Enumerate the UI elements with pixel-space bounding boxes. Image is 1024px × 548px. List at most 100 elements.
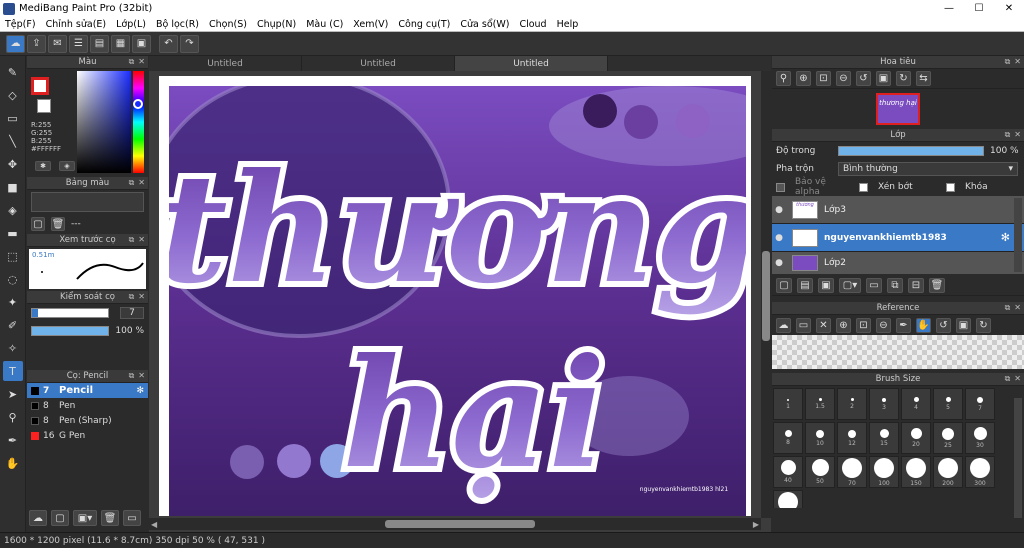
document-icon[interactable]: ▤ — [90, 34, 109, 53]
brush-size-cell[interactable]: 25 — [933, 422, 963, 454]
undock-icon[interactable]: ⧉ — [1005, 374, 1011, 384]
close-panel-icon[interactable]: ✕ — [138, 235, 145, 245]
menu-layer[interactable]: Lớp(L) — [111, 19, 151, 30]
brush-size-cell[interactable]: 3 — [869, 388, 899, 420]
duplicate-layer-icon[interactable]: ⧉ — [887, 278, 903, 293]
panel-icon[interactable]: ▦ — [111, 34, 130, 53]
brush-size-cell[interactable]: 200 — [933, 456, 963, 488]
close-panel-icon[interactable]: ✕ — [1014, 130, 1021, 140]
new-raster-layer-icon[interactable]: ▣ — [818, 278, 834, 293]
eye-icon[interactable]: ● — [772, 258, 786, 268]
reference-cloud-icon[interactable]: ☁ — [776, 317, 791, 333]
chat-icon[interactable]: ☰ — [69, 34, 88, 53]
add-brush-icon[interactable]: ▢ — [51, 510, 69, 526]
brush-size-cell[interactable]: 2 — [837, 388, 867, 420]
reference-open-icon[interactable]: ▭ — [796, 317, 811, 333]
lock-checkbox[interactable] — [946, 182, 955, 192]
reference-rotate-left-icon[interactable]: ↺ — [936, 317, 951, 333]
brush-size-cell[interactable]: 150 — [901, 456, 931, 488]
undock-icon[interactable]: ⧉ — [129, 235, 135, 245]
folder-icon[interactable]: ▭ — [123, 510, 141, 526]
brush-size-cell[interactable]: 40 — [773, 456, 803, 488]
actual-size-icon[interactable]: ▣ — [876, 71, 891, 86]
line-tool-icon[interactable]: ╲ — [3, 131, 23, 151]
gear-icon[interactable]: ✻ — [1001, 231, 1010, 244]
brush-size-value[interactable]: 7 — [120, 307, 144, 319]
background-color[interactable] — [37, 99, 51, 113]
layer-scrollbar[interactable] — [1014, 198, 1022, 272]
cloud-brush-icon[interactable]: ☁ — [29, 510, 47, 526]
reference-fit-icon[interactable]: ⊡ — [856, 317, 871, 333]
new-halftone-layer-icon[interactable]: ▤ — [797, 278, 813, 293]
brush-size-cell[interactable]: 400 — [773, 490, 803, 508]
menu-snap[interactable]: Chụp(N) — [252, 19, 301, 30]
upload-icon[interactable]: ⇪ — [27, 34, 46, 53]
menu-help[interactable]: Help — [552, 19, 584, 30]
zoom-search-icon[interactable]: ⚲ — [776, 71, 791, 86]
close-panel-icon[interactable]: ✕ — [138, 178, 145, 188]
brush-size-cell[interactable]: 12 — [837, 422, 867, 454]
new-layer-icon[interactable]: ▢ — [776, 278, 792, 293]
brush-item-pen[interactable]: 8 Pen — [27, 398, 148, 413]
add-brush-menu-icon[interactable]: ▣▾ — [73, 510, 97, 526]
menu-view[interactable]: Xem(V) — [348, 19, 393, 30]
menu-filter[interactable]: Bộ lọc(R) — [151, 19, 204, 30]
select-rect-icon[interactable]: ⬚ — [3, 246, 23, 266]
vertical-scrollbar[interactable] — [761, 71, 771, 518]
tab-untitled-1[interactable]: Untitled — [149, 56, 302, 71]
maximize-button[interactable]: ☐ — [964, 0, 994, 17]
reference-close-icon[interactable]: ✕ — [816, 317, 831, 333]
menu-cloud[interactable]: Cloud — [514, 19, 551, 30]
hue-slider[interactable] — [133, 71, 144, 173]
layer-opacity-slider[interactable] — [838, 146, 984, 156]
eye-icon[interactable]: ● — [772, 205, 786, 215]
brush-size-scrollbar[interactable] — [1014, 398, 1022, 518]
layer-folder-icon[interactable]: ▭ — [866, 278, 882, 293]
undock-icon[interactable]: ⧉ — [129, 371, 135, 381]
zoom-in-icon[interactable]: ⊕ — [796, 71, 811, 86]
foreground-color[interactable] — [31, 77, 49, 95]
gradient-tool-icon[interactable]: ▬ — [3, 223, 23, 243]
palette-area[interactable] — [31, 192, 144, 212]
brush-size-cell[interactable]: 20 — [901, 422, 931, 454]
cloud-icon[interactable]: ☁ — [6, 34, 25, 53]
move-tool-icon[interactable]: ✥ — [3, 154, 23, 174]
grid-icon[interactable]: ▣ — [132, 34, 151, 53]
blend-mode-select[interactable]: Bình thường ▾ — [838, 162, 1018, 176]
close-panel-icon[interactable]: ✕ — [138, 371, 145, 381]
brush-opacity-slider[interactable] — [31, 326, 109, 336]
menu-color[interactable]: Màu (C) — [301, 19, 348, 30]
brush-size-cell[interactable]: 1 — [773, 388, 803, 420]
undock-icon[interactable]: ⧉ — [1005, 303, 1011, 313]
eraser-tool-icon[interactable]: ◇ — [3, 85, 23, 105]
brush-size-cell[interactable]: 30 — [965, 422, 995, 454]
brush-tool-icon[interactable]: ✎ — [3, 62, 23, 82]
bucket-tool-icon[interactable]: ◈ — [3, 200, 23, 220]
undock-icon[interactable]: ⧉ — [1005, 130, 1011, 140]
brush-size-cell[interactable]: 1.5 — [805, 388, 835, 420]
reference-zoom-out-icon[interactable]: ⊖ — [876, 317, 891, 333]
text-tool-icon[interactable]: T — [2, 361, 23, 381]
brush-size-cell[interactable]: 300 — [965, 456, 995, 488]
brush-size-cell[interactable]: 70 — [837, 456, 867, 488]
saturation-box[interactable] — [77, 71, 131, 173]
add-palette-icon[interactable]: ▢ — [31, 217, 45, 231]
menu-file[interactable]: Tệp(F) — [0, 19, 41, 30]
comment-icon[interactable]: ✉ — [48, 34, 67, 53]
undock-icon[interactable]: ⧉ — [129, 178, 135, 188]
swap-color-icon[interactable]: ✱ — [35, 161, 51, 171]
brush-size-cell[interactable]: 7 — [965, 388, 995, 420]
brush-size-cell[interactable]: 10 — [805, 422, 835, 454]
layer-row[interactable]: ● thương Lớp3 — [772, 196, 1024, 224]
transparent-color-icon[interactable]: ◈ — [59, 161, 75, 171]
merge-layer-icon[interactable]: ⊟ — [908, 278, 924, 293]
vertical-scroll-thumb[interactable] — [762, 251, 770, 341]
close-panel-icon[interactable]: ✕ — [1014, 303, 1021, 313]
horizontal-scroll-thumb[interactable] — [385, 520, 535, 528]
reference-canvas[interactable] — [772, 335, 1024, 369]
undock-icon[interactable]: ⧉ — [129, 57, 135, 67]
horizontal-scrollbar[interactable]: ◀ ▶ — [149, 518, 761, 530]
delete-brush-icon[interactable]: 🗑 — [101, 510, 119, 526]
brush-item-pencil[interactable]: 7 Pencil ✻ — [27, 383, 148, 398]
close-panel-icon[interactable]: ✕ — [1014, 57, 1021, 67]
